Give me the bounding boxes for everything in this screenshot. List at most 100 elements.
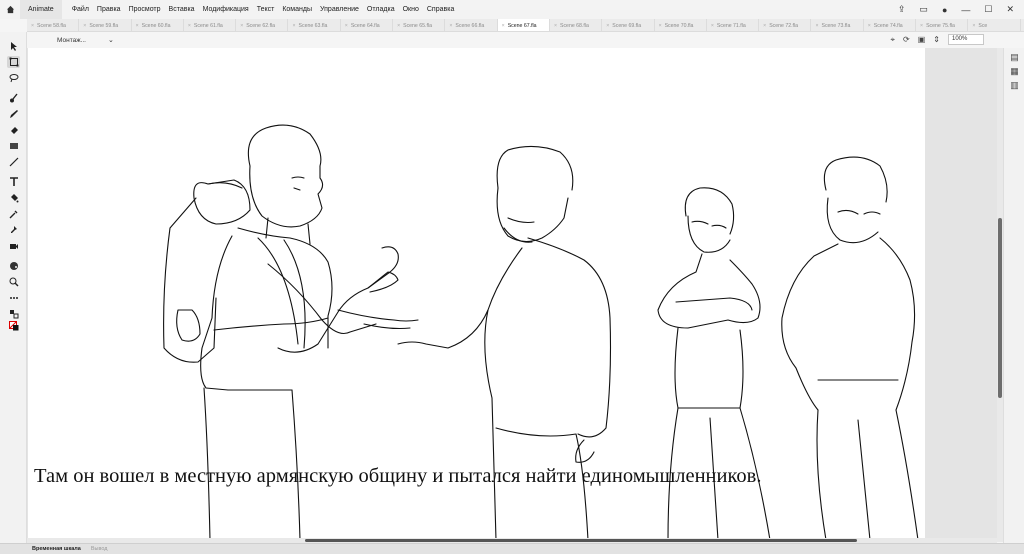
tab-close-icon[interactable]: × xyxy=(868,23,871,29)
brush-icon xyxy=(9,93,18,103)
tab-document[interactable]: × Sce xyxy=(968,19,1021,31)
close-icon[interactable]: ✕ xyxy=(1006,4,1014,15)
text-tool[interactable] xyxy=(7,176,20,188)
tab-document[interactable]: × Scene 72.fla xyxy=(759,19,812,31)
stroke-fill-color[interactable] xyxy=(7,320,20,332)
stage-canvas[interactable]: Там он вошел в местную армянскую общину … xyxy=(28,48,925,540)
minimize-icon[interactable]: — xyxy=(961,5,970,15)
play-icon[interactable]: ● xyxy=(942,5,947,15)
lasso-tool[interactable] xyxy=(7,72,20,84)
tab-close-icon[interactable]: × xyxy=(83,23,86,29)
vertical-scroll-thumb[interactable] xyxy=(998,218,1002,398)
tab-document[interactable]: × Scene 58.fla xyxy=(27,19,80,31)
tab-close-icon[interactable]: × xyxy=(292,23,295,29)
tab-close-icon[interactable]: × xyxy=(763,23,766,29)
tab-close-icon[interactable]: × xyxy=(502,23,505,29)
pin-tool[interactable] xyxy=(7,224,20,236)
paint-tool[interactable] xyxy=(7,260,20,272)
tab-close-icon[interactable]: × xyxy=(554,23,557,29)
tab-close-icon[interactable]: × xyxy=(188,23,191,29)
eraser-tool[interactable] xyxy=(7,124,20,136)
tab-close-icon[interactable]: × xyxy=(815,23,818,29)
menu-file[interactable]: Файл xyxy=(68,6,93,13)
zoom-field[interactable]: 100% xyxy=(948,34,984,45)
tab-close-icon[interactable]: × xyxy=(972,23,975,29)
center-stage-icon[interactable]: ⌖ xyxy=(891,35,896,45)
menu-insert[interactable]: Вставка xyxy=(165,6,199,13)
tab-document[interactable]: × Scene 66.fla xyxy=(445,19,498,31)
rectangle-tool[interactable] xyxy=(7,140,20,152)
menu-modify[interactable]: Модификация xyxy=(199,6,253,13)
tab-close-icon[interactable]: × xyxy=(920,23,923,29)
fit-icon[interactable]: ⇕ xyxy=(933,35,940,44)
selection-tool[interactable] xyxy=(7,40,20,52)
share-icon[interactable]: ⇪ xyxy=(898,4,906,15)
camera-tool[interactable] xyxy=(7,240,20,252)
tab-label: Scene 73.fla xyxy=(821,22,851,29)
tab-close-icon[interactable]: × xyxy=(659,23,662,29)
menu-text[interactable]: Текст xyxy=(253,6,279,13)
pencil-tool[interactable] xyxy=(7,108,20,120)
menu-commands[interactable]: Команды xyxy=(278,6,316,13)
fluid-brush-tool[interactable] xyxy=(7,92,20,104)
tab-document[interactable]: × Scene 60.fla xyxy=(132,19,184,31)
menu-help[interactable]: Справка xyxy=(423,6,458,13)
horizontal-scroll-thumb[interactable] xyxy=(305,539,857,542)
line-icon xyxy=(9,157,18,167)
menu-control[interactable]: Управление xyxy=(316,6,363,13)
tab-close-icon[interactable]: × xyxy=(136,23,139,29)
tab-document[interactable]: × Scene 74.fla xyxy=(864,19,917,31)
tab-document[interactable]: × Scene 73.fla xyxy=(811,19,864,31)
tab-close-icon[interactable]: × xyxy=(240,23,243,29)
line-tool[interactable] xyxy=(7,156,20,168)
window-icon[interactable]: ▭ xyxy=(919,4,928,15)
tab-label: Sce xyxy=(978,22,988,29)
library-icon[interactable]: ▦ xyxy=(1009,66,1020,77)
tab-document[interactable]: × Scene 69.fla xyxy=(602,19,655,31)
camera-icon xyxy=(9,244,18,249)
tab-document[interactable]: × Scene 71.fla xyxy=(707,19,760,31)
more-tools[interactable] xyxy=(7,292,20,304)
menu-edit[interactable]: Правка xyxy=(93,6,125,13)
rectangle-icon xyxy=(9,143,18,149)
menu-window[interactable]: Окно xyxy=(399,6,423,13)
tab-document[interactable]: × Scene 65.fla xyxy=(393,19,446,31)
menu-debug[interactable]: Отладка xyxy=(363,6,399,13)
caption-text[interactable]: Там он вошел в местную армянскую общину … xyxy=(34,465,761,488)
tab-timeline[interactable]: Временная шкала xyxy=(0,546,87,552)
tab-close-icon[interactable]: × xyxy=(345,23,348,29)
properties-icon[interactable]: ▤ xyxy=(1009,52,1020,63)
tab-document[interactable]: × Scene 62.fla xyxy=(236,19,289,31)
tab-document[interactable]: × Scene 68.fla xyxy=(550,19,603,31)
tab-document[interactable]: × Scene 64.fla xyxy=(341,19,394,31)
tab-document[interactable]: × Scene 67.fla xyxy=(497,19,550,31)
maximize-icon[interactable]: ☐ xyxy=(984,4,992,15)
tab-close-icon[interactable]: × xyxy=(711,23,714,29)
tab-close-icon[interactable]: × xyxy=(606,23,609,29)
tab-label: Scene 74.fla xyxy=(873,22,903,29)
lasso-icon xyxy=(9,74,18,83)
zoom-tool[interactable] xyxy=(7,276,20,288)
tab-close-icon[interactable]: × xyxy=(397,23,400,29)
clip-stage-icon[interactable]: ▣ xyxy=(918,35,926,44)
tab-document[interactable]: × Scene 70.fla xyxy=(655,19,707,31)
assets-icon[interactable]: ▥ xyxy=(1009,80,1020,91)
free-transform-tool[interactable] xyxy=(7,56,20,68)
eyedropper-tool[interactable] xyxy=(7,208,20,220)
menu-view[interactable]: Просмотр xyxy=(125,6,165,13)
tab-document[interactable]: × Scene 59.fla xyxy=(79,19,132,31)
right-panel-dock: ▤ ▦ ▥ xyxy=(1003,48,1024,543)
tab-document[interactable]: × Scene 63.fla xyxy=(288,19,341,31)
rotate-stage-icon[interactable]: ⟳ xyxy=(903,35,910,44)
tab-close-icon[interactable]: × xyxy=(449,23,452,29)
tab-output[interactable]: Вывод xyxy=(87,546,108,552)
tab-document[interactable]: × Scene 61.fla xyxy=(184,19,237,31)
tab-document[interactable]: × Scene 75.fla xyxy=(916,19,969,31)
scene-name[interactable]: Монтаж... xyxy=(57,37,86,44)
home-button[interactable] xyxy=(0,0,20,19)
swap-colors[interactable] xyxy=(7,308,20,320)
paint-bucket-tool[interactable] xyxy=(7,192,20,204)
chevron-down-icon[interactable]: ⌄ xyxy=(108,36,114,44)
eraser-icon xyxy=(10,127,18,134)
tab-close-icon[interactable]: × xyxy=(31,23,34,29)
